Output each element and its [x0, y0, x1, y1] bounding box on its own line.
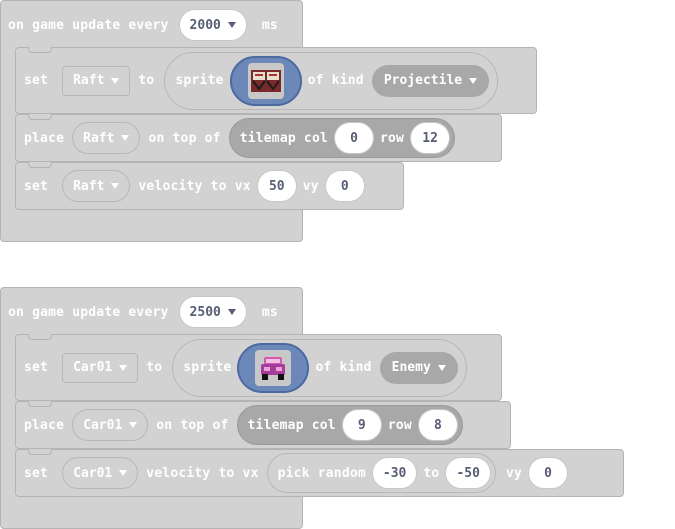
interval-value: 2000: [189, 17, 221, 33]
variable-dropdown[interactable]: Raft: [62, 170, 131, 202]
hat-label: on game update every: [8, 304, 169, 320]
set-label: set: [24, 465, 49, 481]
kind-value: Enemy: [391, 360, 431, 375]
vy-label: vy: [302, 178, 319, 194]
block-notch: [28, 449, 52, 455]
place-on-tilemap-block-2[interactable]: place Car01 on top of tilemap col 9 row …: [15, 401, 511, 449]
set-label: set: [24, 360, 49, 375]
vy-label: vy: [505, 465, 522, 481]
variable-dropdown[interactable]: Car01: [72, 409, 149, 441]
sprite-image-picker[interactable]: [229, 55, 302, 106]
variable-name: Raft: [73, 178, 105, 194]
place-on-tilemap-block-1[interactable]: place Raft on top of tilemap col 0 row 1…: [15, 114, 502, 162]
tilemap-col-label: tilemap col: [247, 417, 336, 433]
set-velocity-block-2[interactable]: set Car01 velocity to vx pick random -30…: [15, 449, 624, 497]
ms-label: ms: [261, 17, 278, 33]
random-min-input[interactable]: -30: [371, 457, 418, 489]
row-input[interactable]: 8: [417, 409, 458, 441]
car-sprite-icon: [255, 349, 292, 386]
variable-dropdown[interactable]: Car01: [62, 352, 139, 383]
chevron-down-icon: [111, 77, 120, 84]
variable-dropdown[interactable]: Raft: [62, 65, 131, 96]
interval-dropdown[interactable]: 2500: [178, 296, 247, 328]
set-label: set: [24, 73, 49, 88]
set-sprite-block-2[interactable]: set Car01 to sprite of kind Enemy: [15, 334, 502, 401]
sprite-label: sprite: [175, 73, 224, 88]
chevron-down-icon: [227, 22, 236, 28]
ms-label: ms: [261, 304, 278, 320]
raft-sprite-icon: [247, 62, 284, 99]
to-label: to: [146, 360, 163, 375]
random-to-label: to: [423, 465, 440, 481]
interval-value: 2500: [189, 304, 221, 320]
chevron-down-icon: [437, 364, 446, 371]
row-label: row: [387, 417, 412, 433]
sprite-label: sprite: [183, 360, 232, 375]
variable-dropdown[interactable]: Car01: [62, 457, 139, 489]
set-sprite-block-1[interactable]: set Raft to sprite of kind Projectile: [15, 47, 537, 114]
chevron-down-icon: [119, 470, 128, 476]
block-notch: [28, 47, 52, 53]
tilemap-col-label: tilemap col: [239, 130, 328, 146]
variable-name: Raft: [73, 73, 105, 88]
vx-input[interactable]: 50: [256, 170, 297, 202]
of-kind-label: of kind: [307, 73, 364, 88]
hat-label: on game update every: [8, 17, 169, 33]
kind-dropdown[interactable]: Projectile: [371, 64, 490, 97]
to-label: to: [138, 73, 155, 88]
pick-random-label: pick random: [277, 465, 366, 481]
block-notch: [28, 162, 52, 168]
row-label: row: [380, 130, 405, 146]
col-input[interactable]: 9: [341, 409, 382, 441]
tilemap-location-reporter[interactable]: tilemap col 9 row 8: [236, 405, 463, 445]
chevron-down-icon: [111, 183, 120, 189]
place-label: place: [24, 130, 65, 146]
interval-dropdown[interactable]: 2000: [178, 9, 247, 41]
place-label: place: [24, 417, 65, 433]
col-input[interactable]: 0: [334, 122, 374, 154]
sprite-image-picker[interactable]: [237, 342, 310, 393]
on-top-of-label: on top of: [148, 130, 221, 146]
block-notch: [28, 401, 52, 407]
chevron-down-icon: [469, 77, 478, 84]
pick-random-reporter[interactable]: pick random -30 to -50: [266, 453, 496, 493]
set-label: set: [24, 178, 49, 194]
vy-input[interactable]: 0: [528, 457, 568, 489]
velocity-label: velocity to vx: [146, 465, 259, 481]
sprite-reporter[interactable]: sprite of kind Enemy: [172, 338, 467, 397]
velocity-label: velocity to vx: [138, 178, 251, 194]
chevron-down-icon: [119, 364, 128, 371]
row-input[interactable]: 12: [410, 122, 451, 154]
block-notch: [28, 334, 52, 340]
sprite-reporter[interactable]: sprite of kind Projectile: [164, 51, 499, 110]
kind-value: Projectile: [383, 73, 463, 88]
variable-name: Car01: [73, 360, 113, 375]
on-top-of-label: on top of: [156, 417, 229, 433]
of-kind-label: of kind: [315, 360, 372, 375]
chevron-down-icon: [121, 135, 130, 141]
kind-dropdown[interactable]: Enemy: [379, 351, 458, 384]
chevron-down-icon: [129, 422, 138, 428]
variable-name: Car01: [73, 465, 113, 481]
variable-name: Raft: [83, 130, 115, 146]
random-max-input[interactable]: -50: [445, 457, 491, 489]
variable-dropdown[interactable]: Raft: [72, 122, 141, 154]
variable-name: Car01: [83, 417, 123, 433]
tilemap-location-reporter[interactable]: tilemap col 0 row 12: [228, 118, 456, 158]
vy-input[interactable]: 0: [324, 170, 365, 202]
chevron-down-icon: [227, 309, 236, 315]
block-notch: [28, 114, 52, 120]
set-velocity-block-1[interactable]: set Raft velocity to vx 50 vy 0: [15, 162, 404, 210]
